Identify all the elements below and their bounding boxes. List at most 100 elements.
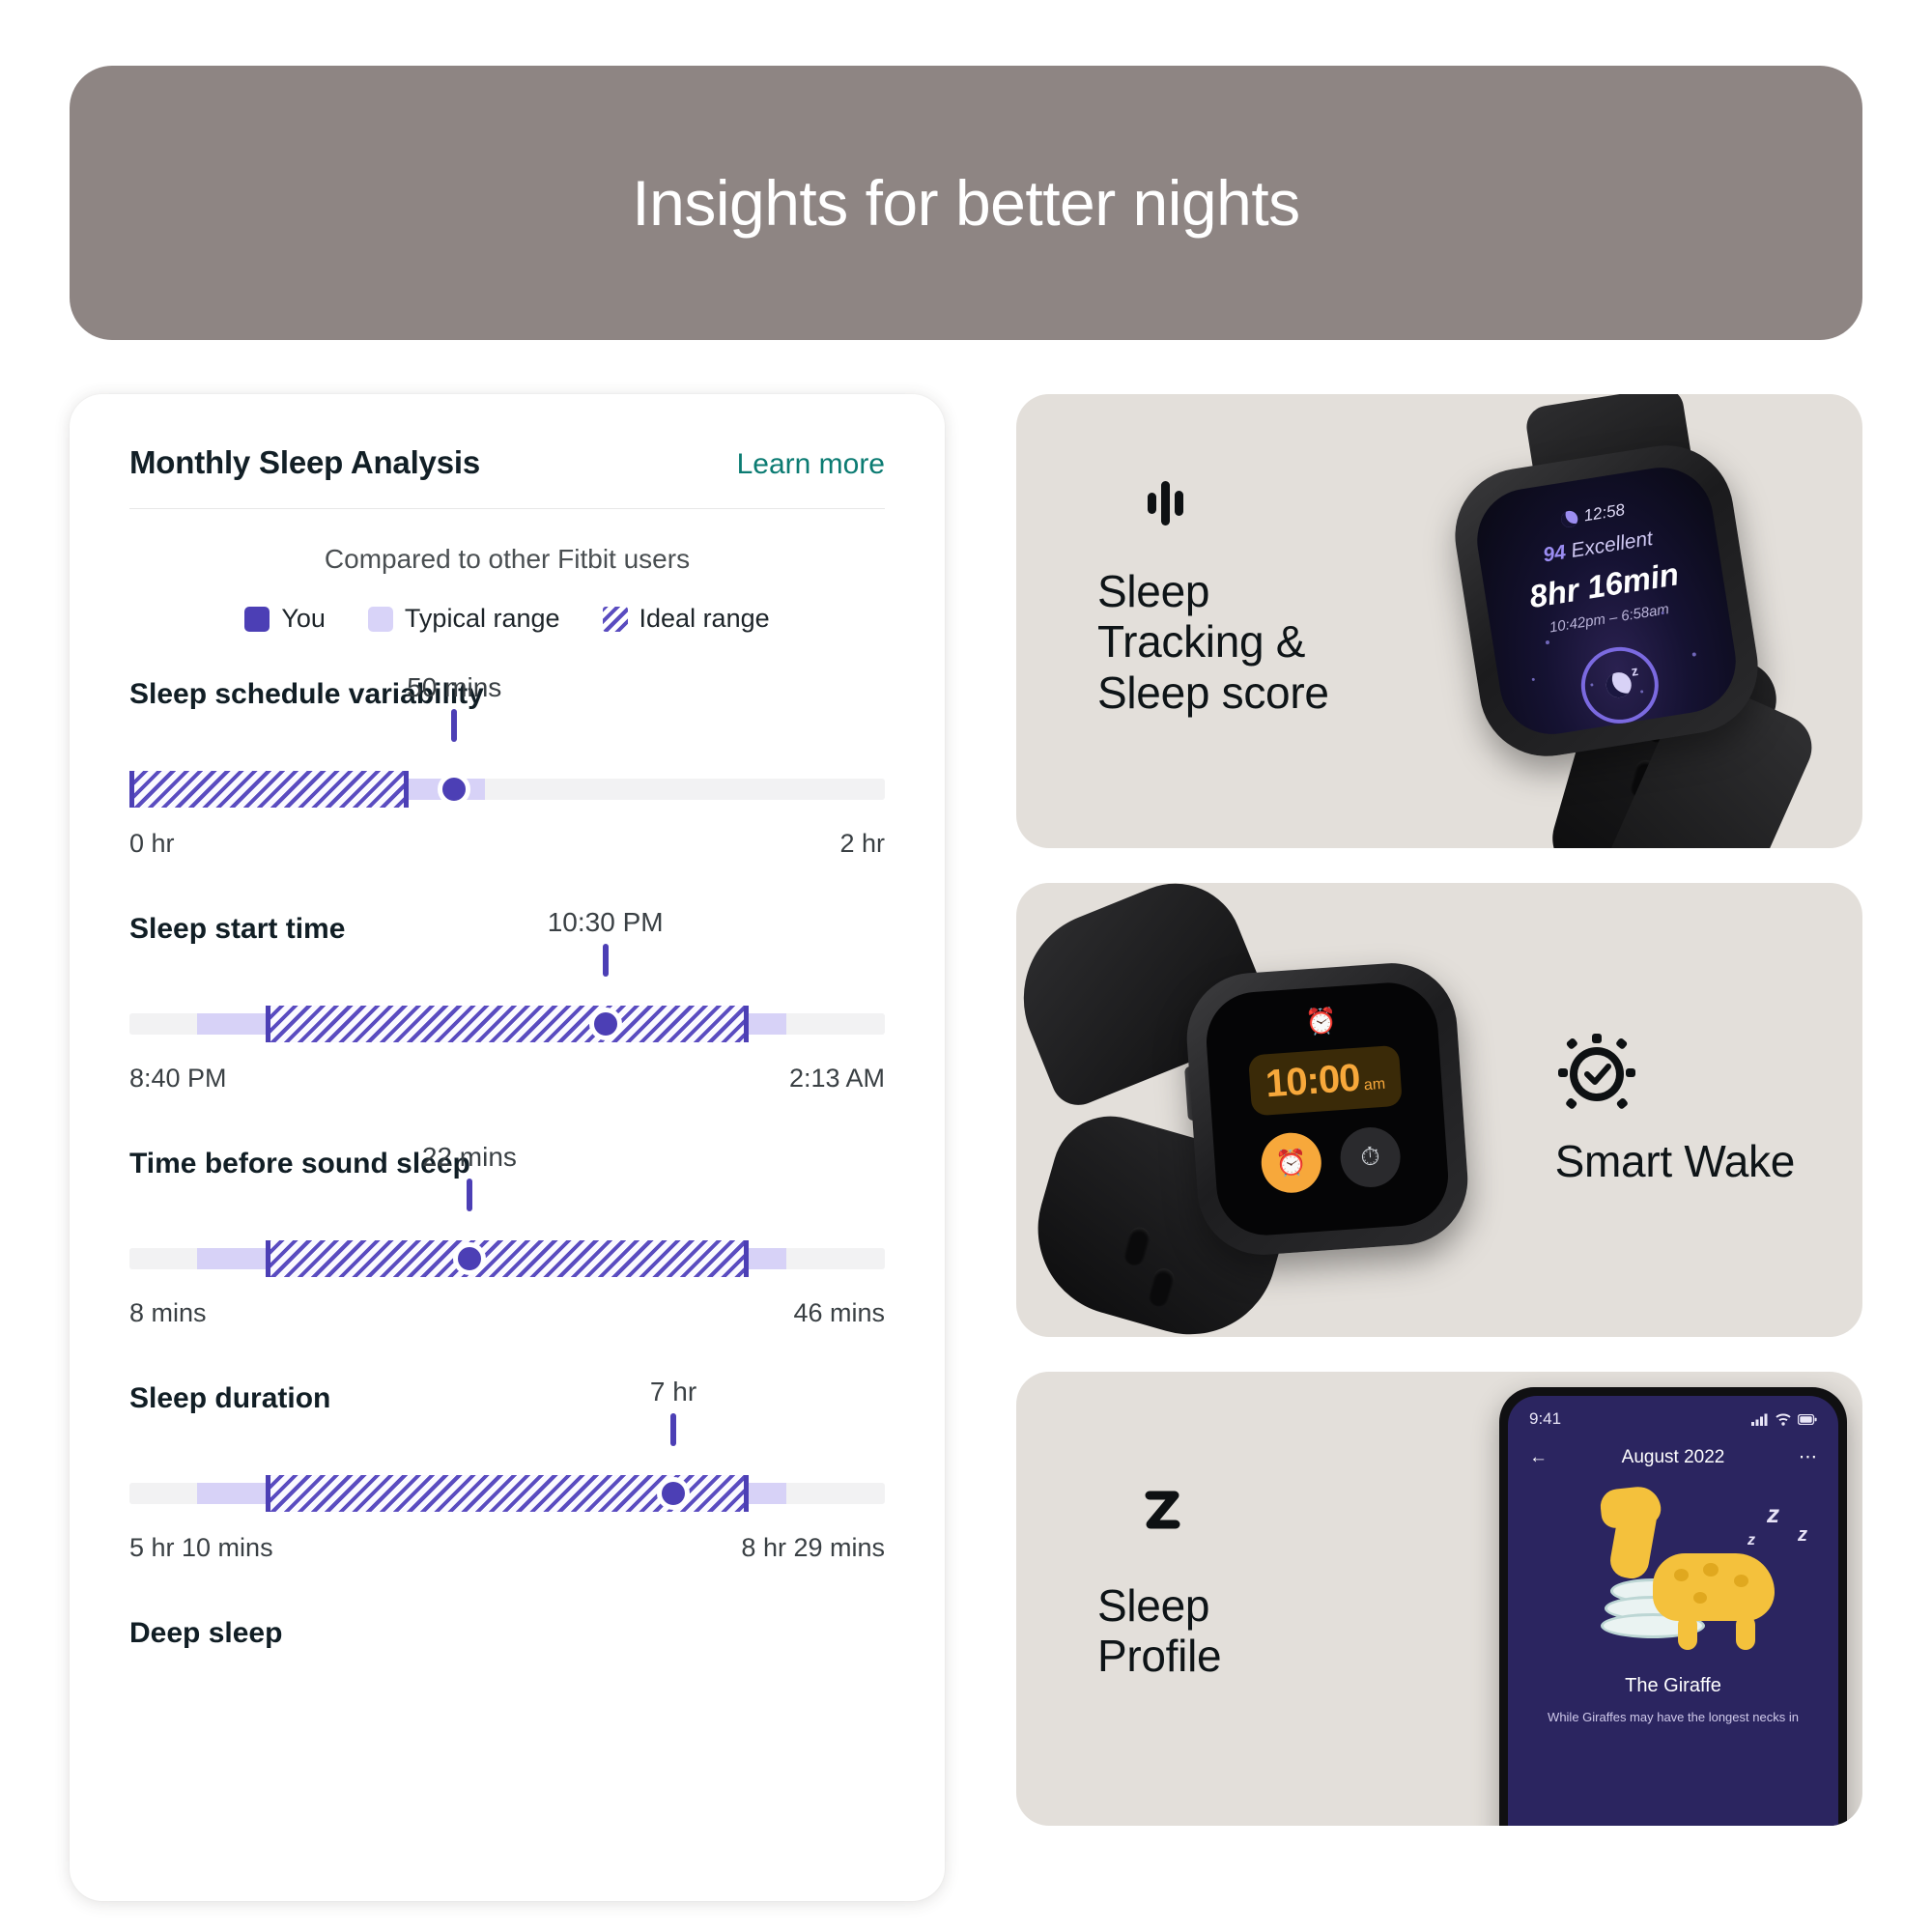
metric-time-before-sound-sleep: Time before sound sleep 22 mins 8 mins 4… <box>129 1142 885 1328</box>
animal-name: The Giraffe <box>1625 1675 1721 1696</box>
phone-screen: 9:41 ← August 2022 ⋯ z z z The Giraffe W… <box>1508 1396 1838 1826</box>
metric-sleep-duration: Sleep duration 7 hr 5 hr 10 mins 8 hr 29… <box>129 1377 885 1563</box>
alarm-time: 10:00 <box>1264 1056 1361 1106</box>
promo-heading-line1: Sleep <box>1097 566 1210 616</box>
alarm-ampm: am <box>1363 1075 1386 1094</box>
axis-min-label: 5 hr 10 mins <box>129 1533 273 1562</box>
metric-deep-sleep: Deep sleep <box>129 1617 885 1650</box>
ideal-range-band <box>129 771 410 808</box>
giraffe-illustration: z z z <box>1508 1482 1838 1663</box>
alarm-time-display: 10:00 am <box>1248 1044 1403 1117</box>
metric-title: Sleep duration <box>129 1382 331 1414</box>
watch-case: 12:58 94 Excellent 8hr 16min 10:42pm – 6… <box>1445 436 1768 766</box>
square-swatch-icon <box>367 606 393 632</box>
marker-dot-icon <box>438 773 471 806</box>
metric-sleep-start-time: Sleep start time 10:30 PM 8:40 PM 2:13 A… <box>129 907 885 1094</box>
phone-body: 9:41 ← August 2022 ⋯ z z z The Giraffe W… <box>1499 1387 1847 1826</box>
back-arrow-icon[interactable]: ← <box>1529 1447 1548 1468</box>
sleep-ring-inner: z <box>1601 662 1639 704</box>
marker-value-label: 7 hr <box>649 1377 697 1406</box>
monthly-sleep-analysis-card: Monthly Sleep Analysis Learn more Compar… <box>70 394 945 1901</box>
ideal-range-band <box>265 1006 750 1042</box>
comparison-subtitle: Compared to other Fitbit users <box>324 544 691 574</box>
axis-min-label: 8 mins <box>129 1298 207 1327</box>
moon-soundwave-icon-svg <box>1110 473 1183 533</box>
alarm-on-icon[interactable]: ⏰ <box>1259 1130 1323 1195</box>
moon-soundwave-icon <box>1097 466 1329 541</box>
phone-navbar: ← August 2022 ⋯ <box>1508 1429 1838 1468</box>
legend-label: Ideal range <box>639 604 770 633</box>
promo-card-sleep-tracking[interactable]: Sleep Tracking & Sleep score 12:58 94 Ex… <box>1016 394 1862 848</box>
metric-gauge: 22 mins <box>129 1142 885 1277</box>
page-title: Monthly Sleep Analysis <box>129 444 480 480</box>
alarm-clock-icon <box>1555 1028 1795 1111</box>
metric-gauge: 10:30 PM <box>129 907 885 1042</box>
hero-title: Insights for better nights <box>632 167 1300 239</box>
promo-heading: Smart Wake <box>1554 1136 1796 1186</box>
status-time: 9:41 <box>1529 1409 1562 1428</box>
axis-max-label: 2 hr <box>839 829 885 858</box>
gauge-axis: 8 mins 46 mins <box>129 1298 885 1328</box>
phone-statusbar: 9:41 <box>1508 1396 1838 1429</box>
month-label: August 2022 <box>1621 1446 1725 1467</box>
moon-icon <box>1604 669 1634 699</box>
promo-heading: Sleep Profile <box>1097 1580 1222 1682</box>
promo-heading-line2: Profile <box>1097 1631 1222 1682</box>
signal-icon <box>1751 1413 1768 1426</box>
axis-max-label: 46 mins <box>793 1298 885 1327</box>
metrics-list: Sleep schedule variability 50 mins 0 hr … <box>70 672 945 1650</box>
axis-max-label: 2:13 AM <box>788 1064 885 1093</box>
giraffe-spot <box>1703 1563 1719 1577</box>
header-divider <box>129 508 885 509</box>
promo-card-smart-wake[interactable]: Smart Wake ⏰ 10:00 am ⏰ ⏱ <box>1016 883 1862 1337</box>
legend-item-you: You <box>244 604 326 634</box>
learn-more-link[interactable]: Learn more <box>737 448 885 481</box>
giraffe-leg <box>1678 1615 1697 1650</box>
giraffe-spot <box>1693 1592 1707 1604</box>
metric-gauge: 7 hr <box>129 1377 885 1512</box>
alarm-off-icon[interactable]: ⏱ <box>1338 1124 1403 1190</box>
marker-value-label: 50 mins <box>407 672 502 702</box>
zzz-icon: z <box>1798 1524 1807 1546</box>
promo-card-sleep-profile[interactable]: Sleep Profile 9:41 ← August 2022 ⋯ z z z… <box>1016 1372 1862 1826</box>
marker-value-label: 22 mins <box>421 1142 517 1172</box>
square-swatch-icon <box>244 606 270 632</box>
gauge-axis: 8:40 PM 2:13 AM <box>129 1064 885 1094</box>
marker-stem <box>451 709 458 742</box>
ideal-range-band <box>265 1240 750 1277</box>
phone-sleep-profile-image: 9:41 ← August 2022 ⋯ z z z The Giraffe W… <box>1499 1387 1847 1826</box>
giraffe-head <box>1599 1484 1662 1530</box>
promo-heading: Sleep Tracking & Sleep score <box>1097 566 1329 718</box>
promo-heading-line3: Sleep score <box>1097 667 1329 718</box>
marker-stem <box>466 1179 472 1211</box>
hero-banner: Insights for better nights <box>70 66 1862 340</box>
marker-dot-icon <box>588 1008 622 1040</box>
zzz-icon: z <box>1767 1499 1779 1528</box>
promo-heading-line1: Sleep <box>1097 1580 1210 1631</box>
marker-dot-icon <box>452 1242 486 1275</box>
animal-description: While Giraffes may have the longest neck… <box>1548 1710 1799 1724</box>
moon-z-icon-svg <box>1106 1488 1180 1548</box>
legend-item-typical-range: Typical range <box>367 604 560 634</box>
promo-text-block: Sleep Profile <box>1097 1480 1222 1682</box>
promo-text-block: Smart Wake <box>1555 1028 1795 1186</box>
band-hole <box>1121 1224 1153 1268</box>
axis-min-label: 8:40 PM <box>129 1064 227 1093</box>
metric-sleep-schedule-variability: Sleep schedule variability 50 mins 0 hr … <box>129 672 885 859</box>
moon-z-icon <box>1097 1480 1221 1555</box>
promo-heading-line2: Tracking & <box>1097 616 1306 668</box>
metric-title: Sleep schedule variability <box>129 678 484 710</box>
promo-heading-line1: Smart Wake <box>1554 1136 1796 1186</box>
giraffe-body <box>1653 1553 1775 1621</box>
alarm-clock-icon-svg <box>1557 1034 1635 1109</box>
marker-stem <box>602 944 609 977</box>
alarm-bell-icon: ⏰ <box>1304 1006 1338 1037</box>
legend-item-ideal-range: Ideal range <box>602 604 770 634</box>
signal-wifi-battery-icon <box>1751 1412 1817 1426</box>
more-options-icon[interactable]: ⋯ <box>1799 1446 1817 1468</box>
watch-screen: 12:58 94 Excellent 8hr 16min 10:42pm – 6… <box>1469 460 1744 742</box>
smartwatch-smart-wake-image: ⏰ 10:00 am ⏰ ⏱ <box>1016 883 1528 1337</box>
metric-title: Sleep start time <box>129 913 346 945</box>
marker-dot-icon <box>657 1477 691 1510</box>
metric-title: Deep sleep <box>129 1617 283 1649</box>
